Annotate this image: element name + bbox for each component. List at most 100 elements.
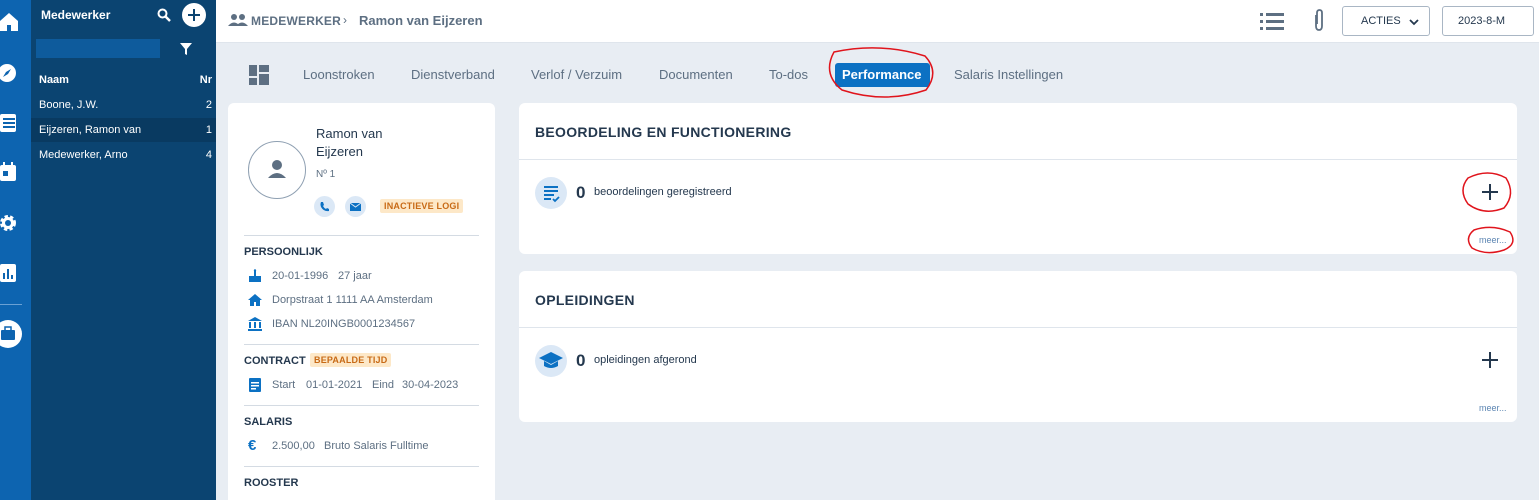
address: Dorpstraat 1 1111 AA Amsterdam	[272, 294, 433, 306]
opleidingen-more-link[interactable]: meer...	[1479, 403, 1507, 413]
tab-dienstverband[interactable]: Dienstverband	[411, 67, 495, 82]
user-icon	[268, 160, 286, 178]
employee-name-line2: Eijzeren	[316, 144, 363, 159]
home-icon	[248, 294, 262, 306]
divider	[519, 327, 1517, 328]
search-icon[interactable]	[157, 8, 171, 22]
opleidingen-label: opleidingen afgerond	[594, 354, 697, 366]
briefcase-icon[interactable]	[0, 319, 22, 349]
bank-icon	[248, 317, 262, 331]
tab-verlof-verzuim[interactable]: Verlof / Verzuim	[531, 67, 622, 82]
beoordeling-title: BEOORDELING EN FUNCTIONERING	[535, 124, 792, 140]
tab-todos[interactable]: To-dos	[769, 67, 808, 82]
calendar-icon[interactable]	[0, 162, 18, 182]
age: 27 jaar	[338, 270, 372, 282]
document-icon	[249, 378, 261, 392]
employee-row[interactable]: Boone, J.W. 2	[31, 93, 216, 117]
breadcrumb-current: Ramon van Eijzeren	[359, 13, 483, 28]
employee-name-line1: Ramon van	[316, 126, 383, 141]
tab-salaris-instellingen[interactable]: Salaris Instellingen	[954, 67, 1063, 82]
salaris-title: SALARIS	[244, 416, 293, 428]
employee-search-input[interactable]	[36, 39, 160, 58]
end-label: Eind	[372, 379, 395, 391]
employee-nr: 4	[205, 149, 212, 161]
add-opleiding-button[interactable]	[1479, 349, 1501, 371]
email-button[interactable]	[345, 196, 366, 217]
paperclip-icon[interactable]	[1310, 9, 1328, 33]
contract-title: CONTRACT	[244, 355, 306, 367]
column-nr-header: Nr	[199, 74, 212, 86]
iban: IBAN NL20INGB0001234567	[272, 318, 416, 330]
beoordeling-card: BEOORDELING EN FUNCTIONERING 0 beoordeli…	[519, 103, 1517, 254]
opleidingen-card: OPLEIDINGEN 0 opleidingen afgerond meer.…	[519, 271, 1517, 422]
rooster-title: ROOSTER	[244, 477, 299, 489]
employee-number: Nº 1	[316, 169, 336, 180]
filter-icon[interactable]	[180, 43, 192, 55]
contract-type-badge: BEPAALDE TIJD	[310, 353, 392, 367]
opleidingen-count: 0	[576, 351, 586, 370]
add-beoordeling-button[interactable]	[1479, 181, 1501, 203]
period-button[interactable]: 2023-8-M	[1442, 6, 1534, 36]
education-icon-wrap	[535, 345, 567, 377]
list-icon[interactable]	[0, 113, 18, 133]
add-employee-button[interactable]	[182, 3, 206, 27]
mail-icon	[349, 202, 362, 211]
chevron-down-icon	[1409, 19, 1419, 26]
checklist-icon	[544, 186, 560, 203]
persoonlijk-title: PERSOONLIJK	[244, 246, 323, 258]
employee-row[interactable]: Medewerker, Arno 4	[31, 143, 216, 167]
people-icon	[228, 14, 248, 26]
rail-divider	[0, 304, 22, 305]
divider	[244, 235, 479, 236]
employee-name: Eijzeren, Ramon van	[39, 124, 142, 136]
phone-button[interactable]	[314, 196, 335, 217]
end-date: 30-04-2023	[402, 379, 459, 391]
start-date: 01-01-2021	[306, 379, 363, 391]
profile-card: Ramon van Eijzeren Nº 1 INACTIEVE LOGI P…	[228, 103, 495, 500]
beoordeling-label: beoordelingen geregistreerd	[594, 186, 732, 198]
gear-icon[interactable]	[0, 213, 18, 233]
divider	[244, 405, 479, 406]
divider	[244, 466, 479, 467]
home-icon[interactable]	[0, 12, 18, 32]
compass-icon[interactable]	[0, 63, 18, 83]
employee-full-name: Ramon van Eijzeren	[316, 125, 426, 161]
employee-nr: 2	[205, 99, 212, 111]
salary-amount: 2.500,00	[272, 440, 315, 452]
cake-icon	[249, 269, 261, 282]
tab-documenten[interactable]: Documenten	[659, 67, 733, 82]
birth-date: 20-01-1996	[272, 270, 329, 282]
avatar	[248, 141, 306, 199]
employee-list-header: Naam Nr	[31, 70, 216, 90]
opleidingen-title: OPLEIDINGEN	[535, 292, 635, 308]
acties-button[interactable]: ACTIES	[1342, 6, 1430, 36]
period-label: 2023-8-M	[1458, 15, 1506, 27]
phone-icon	[320, 202, 329, 212]
employee-list-title: Medewerker	[41, 8, 111, 22]
login-status-badge: INACTIEVE LOGI	[380, 199, 464, 213]
tab-performance[interactable]: Performance	[835, 63, 930, 87]
column-name-header: Naam	[39, 74, 69, 86]
chevron-right-icon: ›	[343, 13, 347, 27]
tab-performance-label: Performance	[842, 67, 922, 82]
euro-icon: €	[248, 437, 257, 454]
review-icon-wrap	[535, 177, 567, 209]
tab-loonstroken[interactable]: Loonstroken	[303, 67, 375, 82]
list-view-icon[interactable]	[1260, 11, 1284, 31]
employee-nr: 1	[205, 124, 212, 136]
employee-name: Boone, J.W.	[39, 99, 99, 111]
employee-row-selected[interactable]: Eijzeren, Ramon van 1	[31, 118, 216, 142]
graduation-cap-icon	[539, 352, 563, 368]
employee-name: Medewerker, Arno	[39, 149, 128, 161]
nav-rail	[0, 0, 31, 500]
chart-icon[interactable]	[0, 263, 18, 283]
employee-list-panel: Medewerker Naam Nr Boone, J.W. 2 Eijzere…	[31, 0, 216, 500]
salary-description: Bruto Salaris Fulltime	[324, 440, 429, 452]
plus-icon	[188, 9, 200, 21]
beoordeling-more-link[interactable]: meer...	[1479, 235, 1507, 245]
divider	[519, 159, 1517, 160]
start-label: Start	[272, 379, 296, 391]
top-bar: MEDEWERKER › Ramon van Eijzeren ACTIES 2…	[216, 0, 1539, 43]
dashboard-grid-icon[interactable]	[249, 65, 269, 85]
breadcrumb-root[interactable]: MEDEWERKER	[251, 14, 341, 28]
